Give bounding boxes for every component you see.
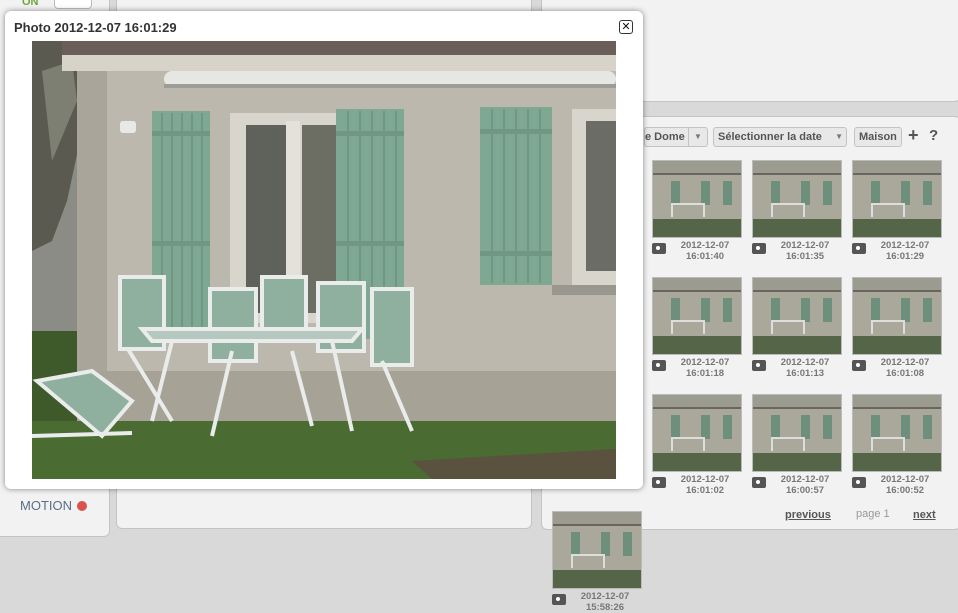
- thumbnail-time: 16:01:29: [885, 251, 925, 262]
- camera-icon: [852, 477, 866, 488]
- date-select[interactable]: Sélectionner la date ▼: [713, 127, 847, 147]
- thumbnail-time: 16:01:35: [785, 251, 825, 262]
- thumbnail-time: 16:00:52: [885, 485, 925, 496]
- modal-title: Photo 2012-12-07 16:01:29: [14, 20, 177, 35]
- camera-icon: [852, 243, 866, 254]
- thumbnail-image[interactable]: [752, 160, 842, 238]
- thumbnail-image[interactable]: [852, 160, 942, 238]
- thumbnail-item[interactable]: 2012-12-07 15:58:26: [550, 511, 642, 613]
- thumbnail-time: 16:01:02: [685, 485, 725, 496]
- camera-icon: [652, 243, 666, 254]
- plus-icon[interactable]: +: [908, 125, 919, 145]
- page-indicator: page 1: [856, 508, 890, 520]
- thumbnail-date: 2012-12-07: [780, 357, 830, 368]
- thumbnail-date: 2012-12-07: [680, 474, 730, 485]
- thumbnail-image[interactable]: [752, 277, 842, 355]
- camera-icon: [652, 477, 666, 488]
- thumbnail-item[interactable]: 2012-12-07 16:01:40: [650, 160, 742, 262]
- thumbnail-image[interactable]: [752, 394, 842, 472]
- motion-status-dot: [77, 500, 87, 511]
- thumbnail-item[interactable]: 2012-12-07 16:01:29: [850, 160, 942, 262]
- thumbnail-date: 2012-12-07: [880, 474, 930, 485]
- next-link[interactable]: next: [913, 509, 936, 521]
- chevron-down-icon: ▼: [688, 128, 707, 146]
- camera-select-value: e Dome: [645, 131, 685, 143]
- thumbnail-date: 2012-12-07: [780, 474, 830, 485]
- motion-indicator: MOTION: [20, 498, 87, 513]
- thumbnail-date: 2012-12-07: [780, 240, 830, 251]
- close-icon[interactable]: ✕: [619, 20, 633, 34]
- thumbnail-date: 2012-12-07: [680, 357, 730, 368]
- thumbnail-image[interactable]: [652, 277, 742, 355]
- thumbnail-time: 16:00:57: [785, 485, 825, 496]
- thumbnail-date: 2012-12-07: [580, 591, 630, 602]
- house-photo: [32, 41, 616, 479]
- photo-image: [32, 41, 616, 479]
- camera-select[interactable]: e Dome ▼: [644, 127, 708, 147]
- chevron-down-icon: ▼: [835, 132, 843, 141]
- thumbnail-image[interactable]: [552, 511, 642, 589]
- on-label: ON: [22, 0, 39, 8]
- previous-link[interactable]: previous: [785, 509, 831, 521]
- thumbnail-time: 16:01:08: [885, 368, 925, 379]
- thumbnail-item[interactable]: 2012-12-07 16:01:08: [850, 277, 942, 379]
- question-icon[interactable]: ?: [929, 126, 938, 146]
- photo-modal: Photo 2012-12-07 16:01:29 ✕: [5, 11, 643, 489]
- thumbnail-date: 2012-12-07: [680, 240, 730, 251]
- on-toggle[interactable]: ON: [12, 0, 102, 10]
- house-button[interactable]: Maison: [854, 127, 902, 147]
- thumbnail-time: 15:58:26: [585, 602, 625, 613]
- camera-icon: [852, 360, 866, 371]
- motion-label: MOTION: [20, 498, 72, 513]
- thumbnail-date: 2012-12-07: [880, 240, 930, 251]
- thumbnail-time: 16:01:13: [785, 368, 825, 379]
- thumbnail-date: 2012-12-07: [880, 357, 930, 368]
- camera-icon: [752, 360, 766, 371]
- thumbnail-item[interactable]: 2012-12-07 16:01:35: [750, 160, 842, 262]
- thumbnail-item[interactable]: 2012-12-07 16:01:02: [650, 394, 742, 496]
- thumbnail-time: 16:01:18: [685, 368, 725, 379]
- date-select-label: Sélectionner la date: [718, 131, 822, 143]
- camera-icon: [652, 360, 666, 371]
- thumbnail-image[interactable]: [852, 394, 942, 472]
- thumbnail-time: 16:01:40: [685, 251, 725, 262]
- thumbnail-image[interactable]: [852, 277, 942, 355]
- thumbnail-image[interactable]: [652, 394, 742, 472]
- thumbnail-image[interactable]: [652, 160, 742, 238]
- thumbnail-item[interactable]: 2012-12-07 16:01:18: [650, 277, 742, 379]
- thumbnail-item[interactable]: 2012-12-07 16:01:13: [750, 277, 842, 379]
- thumbnail-item[interactable]: 2012-12-07 16:00:57: [750, 394, 842, 496]
- camera-icon: [552, 594, 566, 605]
- camera-icon: [752, 243, 766, 254]
- thumbnail-item[interactable]: 2012-12-07 16:00:52: [850, 394, 942, 496]
- camera-icon: [752, 477, 766, 488]
- toggle-switch[interactable]: [54, 0, 92, 9]
